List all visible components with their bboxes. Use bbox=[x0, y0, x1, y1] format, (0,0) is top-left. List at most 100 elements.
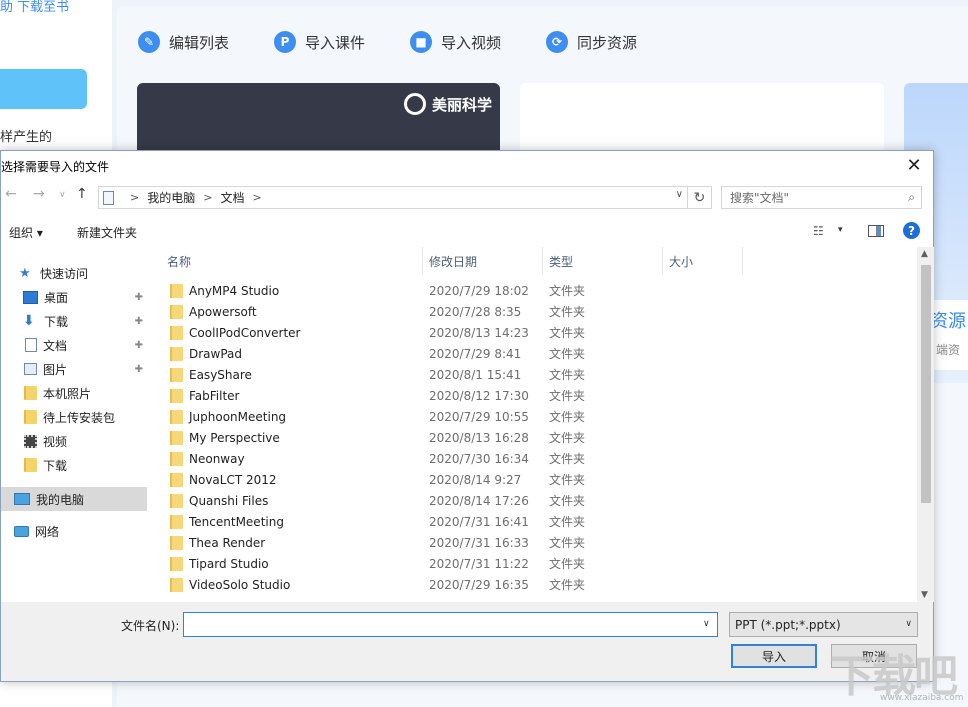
sync-icon: ⟳ bbox=[546, 31, 568, 53]
file-name: JuphoonMeeting bbox=[189, 409, 287, 424]
file-row[interactable]: TencentMeeting 2020/7/31 16:41 文件夹 bbox=[153, 511, 917, 532]
column-date-modified[interactable]: 修改日期 bbox=[423, 247, 543, 275]
filename-dropdown-icon[interactable]: ∨ bbox=[703, 619, 710, 629]
file-date: 2020/7/29 8:41 bbox=[429, 346, 522, 361]
address-bar[interactable]: > 我的电脑 > 文档 > ∨ bbox=[98, 186, 688, 209]
file-row[interactable]: EasyShare 2020/8/1 15:41 文件夹 bbox=[153, 364, 917, 385]
recent-locations-icon[interactable]: ∨ bbox=[59, 190, 66, 200]
scroll-thumb[interactable] bbox=[921, 265, 931, 503]
back-arrow-icon[interactable]: ← bbox=[5, 186, 17, 202]
import-courseware-button[interactable]: P 导入课件 bbox=[274, 29, 365, 55]
nav-label: 本机照片 bbox=[43, 386, 92, 401]
nav-network[interactable]: 网络 bbox=[1, 519, 147, 543]
folder-icon bbox=[170, 347, 183, 361]
close-icon[interactable]: ✕ bbox=[901, 154, 927, 176]
column-size[interactable]: 大小 bbox=[663, 247, 743, 275]
file-row[interactable]: Tipard Studio 2020/7/31 11:22 文件夹 bbox=[153, 553, 917, 574]
breadcrumb-separator[interactable]: > bbox=[130, 191, 139, 204]
nav-label: 快速访问 bbox=[40, 266, 89, 281]
import-video-button[interactable]: ■ 导入视频 bbox=[410, 29, 501, 55]
breadcrumb-my-computer[interactable]: 我的电脑 bbox=[147, 189, 195, 206]
nav-documents[interactable]: 文档 ✚ bbox=[1, 333, 147, 357]
document-icon bbox=[25, 338, 37, 352]
file-row[interactable]: VideoSolo Studio 2020/7/29 16:35 文件夹 bbox=[153, 574, 917, 595]
scroll-down-icon[interactable]: ▼ bbox=[921, 590, 928, 600]
search-icon[interactable]: ⌕ bbox=[908, 190, 915, 205]
file-date: 2020/7/31 16:33 bbox=[429, 535, 529, 550]
file-row[interactable]: Quanshi Files 2020/8/14 17:26 文件夹 bbox=[153, 490, 917, 511]
download-link[interactable]: 助 下载至书 bbox=[0, 0, 69, 15]
folder-icon bbox=[170, 515, 183, 529]
desktop-icon bbox=[23, 290, 38, 304]
file-row[interactable]: Apowersoft 2020/7/28 8:35 文件夹 bbox=[153, 301, 917, 322]
nav-desktop[interactable]: 桌面 ✚ bbox=[1, 285, 147, 309]
help-icon[interactable]: ? bbox=[903, 222, 920, 239]
column-name[interactable]: 名称 bbox=[161, 247, 423, 275]
file-row[interactable]: DrawPad 2020/7/29 8:41 文件夹 bbox=[153, 343, 917, 364]
organize-button[interactable]: 组织 ▾ bbox=[9, 224, 43, 241]
watermark-url: www.xiazaiba.com bbox=[880, 693, 964, 703]
sync-resources-button[interactable]: ⟳ 同步资源 bbox=[546, 29, 637, 55]
breadcrumb-separator[interactable]: > bbox=[203, 191, 212, 204]
file-type: 文件夹 bbox=[549, 473, 586, 487]
nav-label: 下载 bbox=[44, 314, 69, 329]
dialog-title: 选择需要导入的文件 bbox=[1, 160, 110, 174]
up-arrow-icon[interactable]: ↑ bbox=[76, 186, 88, 202]
file-row[interactable]: My Perspective 2020/8/13 16:28 文件夹 bbox=[153, 427, 917, 448]
file-row[interactable]: NovaLCT 2012 2020/8/14 9:27 文件夹 bbox=[153, 469, 917, 490]
nav-my-computer[interactable]: 我的电脑 bbox=[1, 487, 147, 511]
pin-icon[interactable]: ✚ bbox=[135, 292, 143, 303]
pin-icon[interactable]: ✚ bbox=[135, 340, 143, 351]
column-type[interactable]: 类型 bbox=[543, 247, 663, 275]
view-options-icon[interactable]: ☷ bbox=[813, 224, 824, 238]
pin-icon[interactable]: ✚ bbox=[135, 316, 143, 327]
filetype-select[interactable]: PPT (*.ppt;*.pptx) ∨ bbox=[729, 612, 918, 637]
file-row[interactable]: Neonway 2020/7/30 16:34 文件夹 bbox=[153, 448, 917, 469]
nav-videos[interactable]: 视频 bbox=[1, 429, 147, 453]
folder-icon bbox=[170, 536, 183, 550]
import-button[interactable]: 导入 bbox=[731, 644, 817, 668]
primary-action-button[interactable] bbox=[0, 69, 87, 109]
forward-arrow-icon[interactable]: → bbox=[33, 186, 45, 202]
new-folder-button[interactable]: 新建文件夹 bbox=[77, 224, 137, 241]
vertical-scrollbar[interactable]: ▲ ▼ bbox=[917, 247, 934, 602]
file-row[interactable]: AnyMP4 Studio 2020/7/29 18:02 文件夹 bbox=[153, 280, 917, 301]
chevron-down-icon[interactable]: ∨ bbox=[676, 189, 683, 200]
edit-list-button[interactable]: ✎ 编辑列表 bbox=[138, 29, 229, 55]
brand-logo: 美丽科学 bbox=[403, 93, 492, 115]
computer-icon bbox=[14, 493, 30, 505]
scroll-up-icon[interactable]: ▲ bbox=[921, 249, 928, 259]
view-dropdown-icon[interactable]: ▾ bbox=[838, 225, 843, 235]
file-row[interactable]: FabFilter 2020/8/12 17:30 文件夹 bbox=[153, 385, 917, 406]
breadcrumb-separator[interactable]: > bbox=[252, 191, 261, 204]
nav-pending-packages[interactable]: 待上传安装包 bbox=[1, 405, 147, 429]
file-date: 2020/8/13 16:28 bbox=[429, 430, 529, 445]
refresh-icon[interactable]: ↻ bbox=[688, 186, 712, 209]
file-date: 2020/7/28 8:35 bbox=[429, 304, 522, 319]
file-name: Neonway bbox=[189, 451, 245, 466]
breadcrumb-documents[interactable]: 文档 bbox=[220, 189, 244, 206]
file-row[interactable]: CoolIPodConverter 2020/8/13 14:23 文件夹 bbox=[153, 322, 917, 343]
filename-input[interactable] bbox=[183, 612, 718, 637]
file-row[interactable]: JuphoonMeeting 2020/7/29 10:55 文件夹 bbox=[153, 406, 917, 427]
nav-quick-access[interactable]: ★ 快速访问 bbox=[1, 261, 147, 285]
folder-icon bbox=[170, 494, 183, 508]
preview-pane-icon[interactable] bbox=[868, 225, 884, 237]
file-row[interactable]: Thea Render 2020/7/31 16:33 文件夹 bbox=[153, 532, 917, 553]
nav-label: 视频 bbox=[43, 434, 68, 449]
file-name: FabFilter bbox=[189, 388, 240, 403]
file-date: 2020/7/29 18:02 bbox=[429, 283, 529, 298]
nav-downloads[interactable]: ⬇ 下载 ✚ bbox=[1, 309, 147, 333]
nav-pictures[interactable]: 图片 ✚ bbox=[1, 357, 147, 381]
folder-icon bbox=[170, 368, 183, 382]
file-name: Tipard Studio bbox=[189, 556, 269, 571]
edit-icon: ✎ bbox=[138, 31, 160, 53]
search-input[interactable]: 搜索"文档" ⌕ bbox=[721, 186, 922, 209]
nav-local-photos[interactable]: 本机照片 bbox=[1, 381, 147, 405]
file-date: 2020/8/14 9:27 bbox=[429, 472, 522, 487]
import-courseware-label: 导入课件 bbox=[305, 33, 366, 52]
nav-downloads-folder[interactable]: 下载 bbox=[1, 453, 147, 477]
pin-icon[interactable]: ✚ bbox=[135, 364, 143, 375]
file-type: 文件夹 bbox=[549, 410, 586, 424]
resource-subtitle: 端资 bbox=[936, 343, 961, 357]
